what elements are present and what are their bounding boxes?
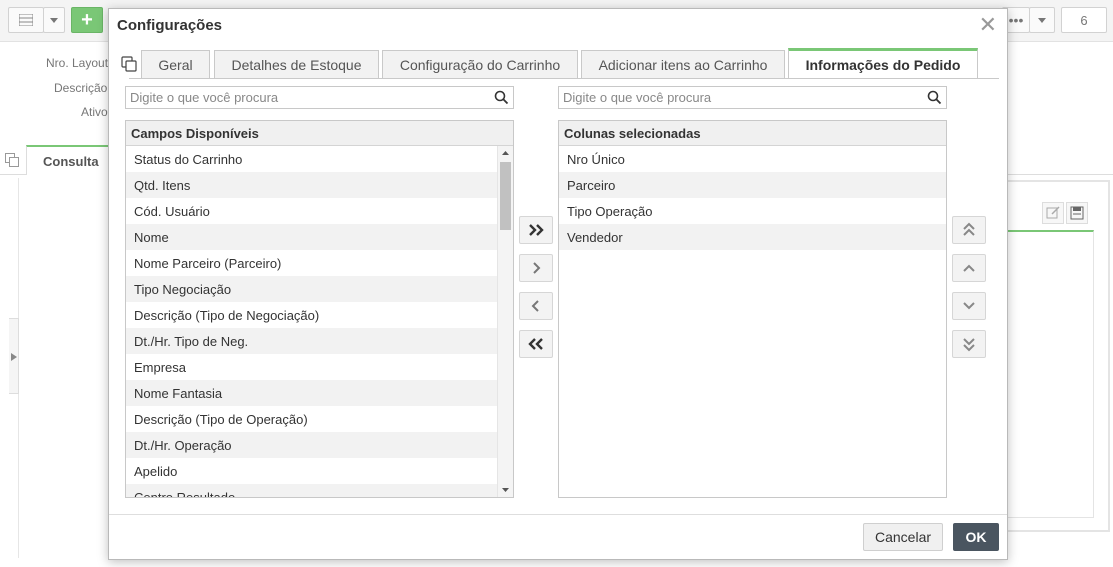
edit-icon[interactable]	[1042, 202, 1064, 224]
list-item[interactable]: Empresa	[126, 354, 497, 380]
description-label: Descrição	[54, 81, 108, 95]
selected-columns-list: Colunas selecionadas Nro Único Parceiro …	[558, 120, 947, 498]
double-chevron-up-icon	[963, 222, 975, 236]
scroll-thumb[interactable]	[500, 162, 511, 230]
available-fields-list: Campos Disponíveis Status do Carrinho Qt…	[125, 120, 514, 498]
page-number-field[interactable]: 6	[1061, 7, 1107, 33]
move-down-button[interactable]	[952, 292, 986, 320]
scroll-down-icon[interactable]	[498, 483, 513, 497]
list-item[interactable]: Nome	[126, 224, 497, 250]
tab-geral[interactable]: Geral	[141, 50, 210, 79]
list-item[interactable]: Dt./Hr. Operação	[126, 432, 497, 458]
list-item[interactable]: Dt./Hr. Tipo de Neg.	[126, 328, 497, 354]
tab-stock-details[interactable]: Detalhes de Estoque	[214, 50, 379, 79]
copy-icon[interactable]	[121, 56, 137, 72]
save-layout-icon[interactable]	[1066, 202, 1088, 224]
search-icon[interactable]	[494, 90, 509, 105]
chevron-up-icon	[963, 264, 975, 272]
selected-search-input[interactable]	[559, 87, 946, 108]
search-icon[interactable]	[927, 90, 942, 105]
more-dropdown-button[interactable]	[1029, 7, 1055, 33]
move-all-left-button[interactable]	[519, 330, 553, 358]
caret-down-icon	[1038, 17, 1046, 23]
more-icon: •••	[1008, 12, 1024, 28]
list-item[interactable]: Tipo Negociação	[126, 276, 497, 302]
list-item[interactable]: Qtd. Itens	[126, 172, 497, 198]
view-dropdown-button[interactable]	[43, 7, 65, 33]
available-scrollbar[interactable]	[497, 146, 513, 497]
layout-label: Nro. Layout	[46, 56, 109, 70]
caret-right-icon	[11, 353, 17, 361]
list-item[interactable]: Descrição (Tipo de Negociação)	[126, 302, 497, 328]
add-button[interactable]: +	[71, 7, 103, 33]
move-up-button[interactable]	[952, 254, 986, 282]
selected-columns-header: Colunas selecionadas	[559, 121, 946, 146]
selected-search	[558, 86, 947, 109]
list-item[interactable]: Parceiro	[559, 172, 946, 198]
tab-order-information[interactable]: Informações do Pedido	[788, 48, 978, 79]
available-search-input[interactable]	[126, 87, 513, 108]
copy-icon	[5, 153, 19, 167]
configuration-dialog: Configurações ✕ Geral Detalhes de Estoqu…	[108, 8, 1008, 560]
list-item[interactable]: Centro Resultado	[126, 484, 497, 497]
chevron-right-icon	[533, 262, 541, 274]
move-right-button[interactable]	[519, 254, 553, 282]
active-label: Ativo	[81, 105, 108, 119]
list-item[interactable]: Vendedor	[559, 224, 946, 250]
cancel-button[interactable]: Cancelar	[863, 523, 943, 551]
chevron-left-icon	[531, 300, 539, 312]
chevron-down-icon	[963, 302, 975, 310]
available-search	[125, 86, 514, 109]
list-item[interactable]: Status do Carrinho	[126, 146, 497, 172]
tab-consulta[interactable]: Consulta	[26, 145, 116, 175]
close-icon[interactable]: ✕	[979, 13, 997, 37]
collapse-handle[interactable]	[9, 318, 19, 394]
scroll-up-icon[interactable]	[498, 146, 513, 160]
tab-add-items-to-cart[interactable]: Adicionar itens ao Carrinho	[581, 50, 785, 79]
double-chevron-right-icon	[529, 224, 544, 236]
move-left-button[interactable]	[519, 292, 553, 320]
list-item[interactable]: Nro Único	[559, 146, 946, 172]
tab-baseline	[129, 78, 999, 79]
footer-divider	[109, 514, 1007, 515]
list-item[interactable]: Cód. Usuário	[126, 198, 497, 224]
list-item[interactable]: Nome Fantasia	[126, 380, 497, 406]
tab-cart-configuration[interactable]: Configuração do Carrinho	[382, 50, 578, 79]
list-item[interactable]: Nome Parceiro (Parceiro)	[126, 250, 497, 276]
dialog-title: Configurações	[117, 17, 223, 34]
side-panel-content	[1008, 230, 1094, 518]
ok-button[interactable]: OK	[953, 523, 999, 551]
list-item[interactable]: Apelido	[126, 458, 497, 484]
double-chevron-down-icon	[963, 338, 975, 352]
background-side-panel	[1006, 180, 1110, 532]
move-all-right-button[interactable]	[519, 216, 553, 244]
move-to-top-button[interactable]	[952, 216, 986, 244]
caret-down-icon	[50, 17, 58, 23]
list-item[interactable]: Tipo Operação	[559, 198, 946, 224]
available-fields-header: Campos Disponíveis	[126, 121, 513, 146]
grid-view-button[interactable]	[8, 7, 44, 33]
grid-icon	[19, 14, 33, 26]
move-to-bottom-button[interactable]	[952, 330, 986, 358]
double-chevron-left-icon	[528, 338, 543, 350]
list-item[interactable]: Descrição (Tipo de Operação)	[126, 406, 497, 432]
